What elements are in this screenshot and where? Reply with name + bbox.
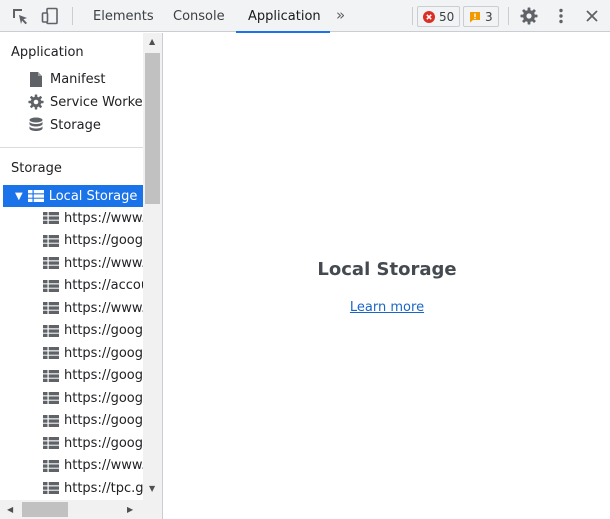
origin-url: https://googl <box>64 413 143 428</box>
local-storage-origin-item[interactable]: https://googl <box>43 433 143 453</box>
tab-console[interactable]: Console <box>161 0 237 32</box>
close-devtools-icon[interactable] <box>583 7 601 25</box>
sidebar-item-label: Manifest <box>50 71 106 87</box>
table-grid-icon <box>27 190 44 202</box>
origin-url: https://googl <box>64 233 143 248</box>
sidebar-item-service-workers[interactable]: Service Workers <box>28 92 155 112</box>
error-icon <box>423 10 435 23</box>
origin-url: https://googl <box>64 390 143 406</box>
warning-icon <box>470 11 480 22</box>
local-storage-origin-item[interactable]: https://www.z <box>43 208 143 228</box>
learn-more-link[interactable]: Learn more <box>164 300 610 315</box>
settings-gear-icon[interactable] <box>520 7 538 25</box>
scroll-right-arrow-icon[interactable]: ▶ <box>127 505 133 514</box>
tab-application[interactable]: Application <box>236 0 330 33</box>
scroll-left-arrow-icon[interactable]: ◀ <box>7 505 13 514</box>
table-grid-icon <box>43 392 59 404</box>
sidebar-item-storage[interactable]: Storage <box>28 115 101 135</box>
scroll-down-arrow-icon[interactable]: ▼ <box>149 484 155 493</box>
table-grid-icon <box>43 257 59 269</box>
origin-url: https://googl <box>64 368 143 383</box>
expand-triangle-icon[interactable]: ▼ <box>15 191 23 202</box>
device-toolbar-icon[interactable] <box>41 7 59 25</box>
gear-icon <box>28 94 44 110</box>
local-storage-origin-item[interactable]: https://tpc.gc <box>43 478 143 498</box>
section-title-application: Application <box>11 45 84 60</box>
main-panel: Local Storage Learn more <box>164 33 610 519</box>
table-grid-icon <box>43 234 59 247</box>
table-grid-icon <box>43 212 59 224</box>
origin-url: https://www.f <box>64 300 143 316</box>
sidebar-item-label: Local Storage <box>48 188 138 204</box>
origin-url: https://www.z <box>64 210 143 226</box>
origin-url: https://googl <box>64 345 143 361</box>
local-storage-origin-item[interactable]: https://accou <box>43 276 143 296</box>
tab-elements[interactable]: Elements <box>81 0 166 32</box>
local-storage-origin-item[interactable]: https://googl <box>43 388 143 408</box>
sidebar-item-local-storage[interactable]: ▼ Local Storage <box>3 185 143 207</box>
warnings-count: 3 <box>485 9 493 24</box>
devtools-toolbar: Elements Console Application » 50 3 <box>0 0 610 33</box>
table-grid-icon <box>43 324 59 337</box>
origin-url: https://accou <box>64 278 143 293</box>
table-grid-icon <box>43 302 59 314</box>
table-grid-icon <box>43 347 59 359</box>
sidebar-item-label: Storage <box>50 117 101 133</box>
local-storage-origin-item[interactable]: https://googl <box>43 231 143 251</box>
warnings-badge[interactable]: 3 <box>463 6 499 27</box>
local-storage-origin-item[interactable]: https://www.y <box>43 253 143 273</box>
origin-url: https://googl <box>64 323 143 338</box>
sidebar-horizontal-scrollbar[interactable]: ◀ ▶ <box>0 500 143 519</box>
table-grid-icon <box>43 482 59 494</box>
toolbar-separator <box>508 7 509 25</box>
sidebar-vertical-scrollbar[interactable]: ▲ ▼ <box>143 33 162 519</box>
local-storage-origin-item[interactable]: https://www.y <box>43 456 143 476</box>
table-grid-icon <box>43 459 59 472</box>
toolbar-separator <box>72 7 73 25</box>
panel-title: Local Storage <box>317 259 457 280</box>
local-storage-origin-item[interactable]: https://googl <box>43 366 143 386</box>
sidebar-item-label: Service Workers <box>50 94 155 110</box>
sidebar-item-manifest[interactable]: Manifest <box>28 69 105 89</box>
more-tabs-button[interactable]: » <box>336 6 345 24</box>
errors-count: 50 <box>439 9 455 24</box>
table-grid-icon <box>43 437 59 449</box>
sidebar-divider <box>0 147 143 148</box>
more-options-icon[interactable] <box>552 7 570 25</box>
local-storage-origin-item[interactable]: https://googl <box>43 321 143 341</box>
local-storage-origin-item[interactable]: https://googl <box>43 343 143 363</box>
toolbar-separator <box>412 7 413 25</box>
section-title-storage: Storage <box>11 161 62 176</box>
local-storage-origin-item[interactable]: https://googl <box>43 411 143 431</box>
document-icon <box>28 71 44 87</box>
table-grid-icon <box>43 369 59 382</box>
table-grid-icon <box>43 414 59 427</box>
table-grid-icon <box>43 279 59 292</box>
database-icon <box>28 117 44 133</box>
origin-url: https://tpc.gc <box>64 480 143 496</box>
scroll-up-arrow-icon[interactable]: ▲ <box>149 37 155 46</box>
horizontal-scroll-thumb[interactable] <box>22 502 68 517</box>
inspect-element-icon[interactable] <box>11 7 29 25</box>
local-storage-origin-item[interactable]: https://www.f <box>43 298 143 318</box>
vertical-scroll-thumb[interactable] <box>145 53 160 204</box>
application-sidebar: Application Manifest Service Workers Sto… <box>0 33 163 519</box>
errors-badge[interactable]: 50 <box>417 6 461 27</box>
origin-url: https://googl <box>64 435 143 451</box>
origin-url: https://www.y <box>64 458 143 473</box>
origin-url: https://www.y <box>64 255 143 271</box>
